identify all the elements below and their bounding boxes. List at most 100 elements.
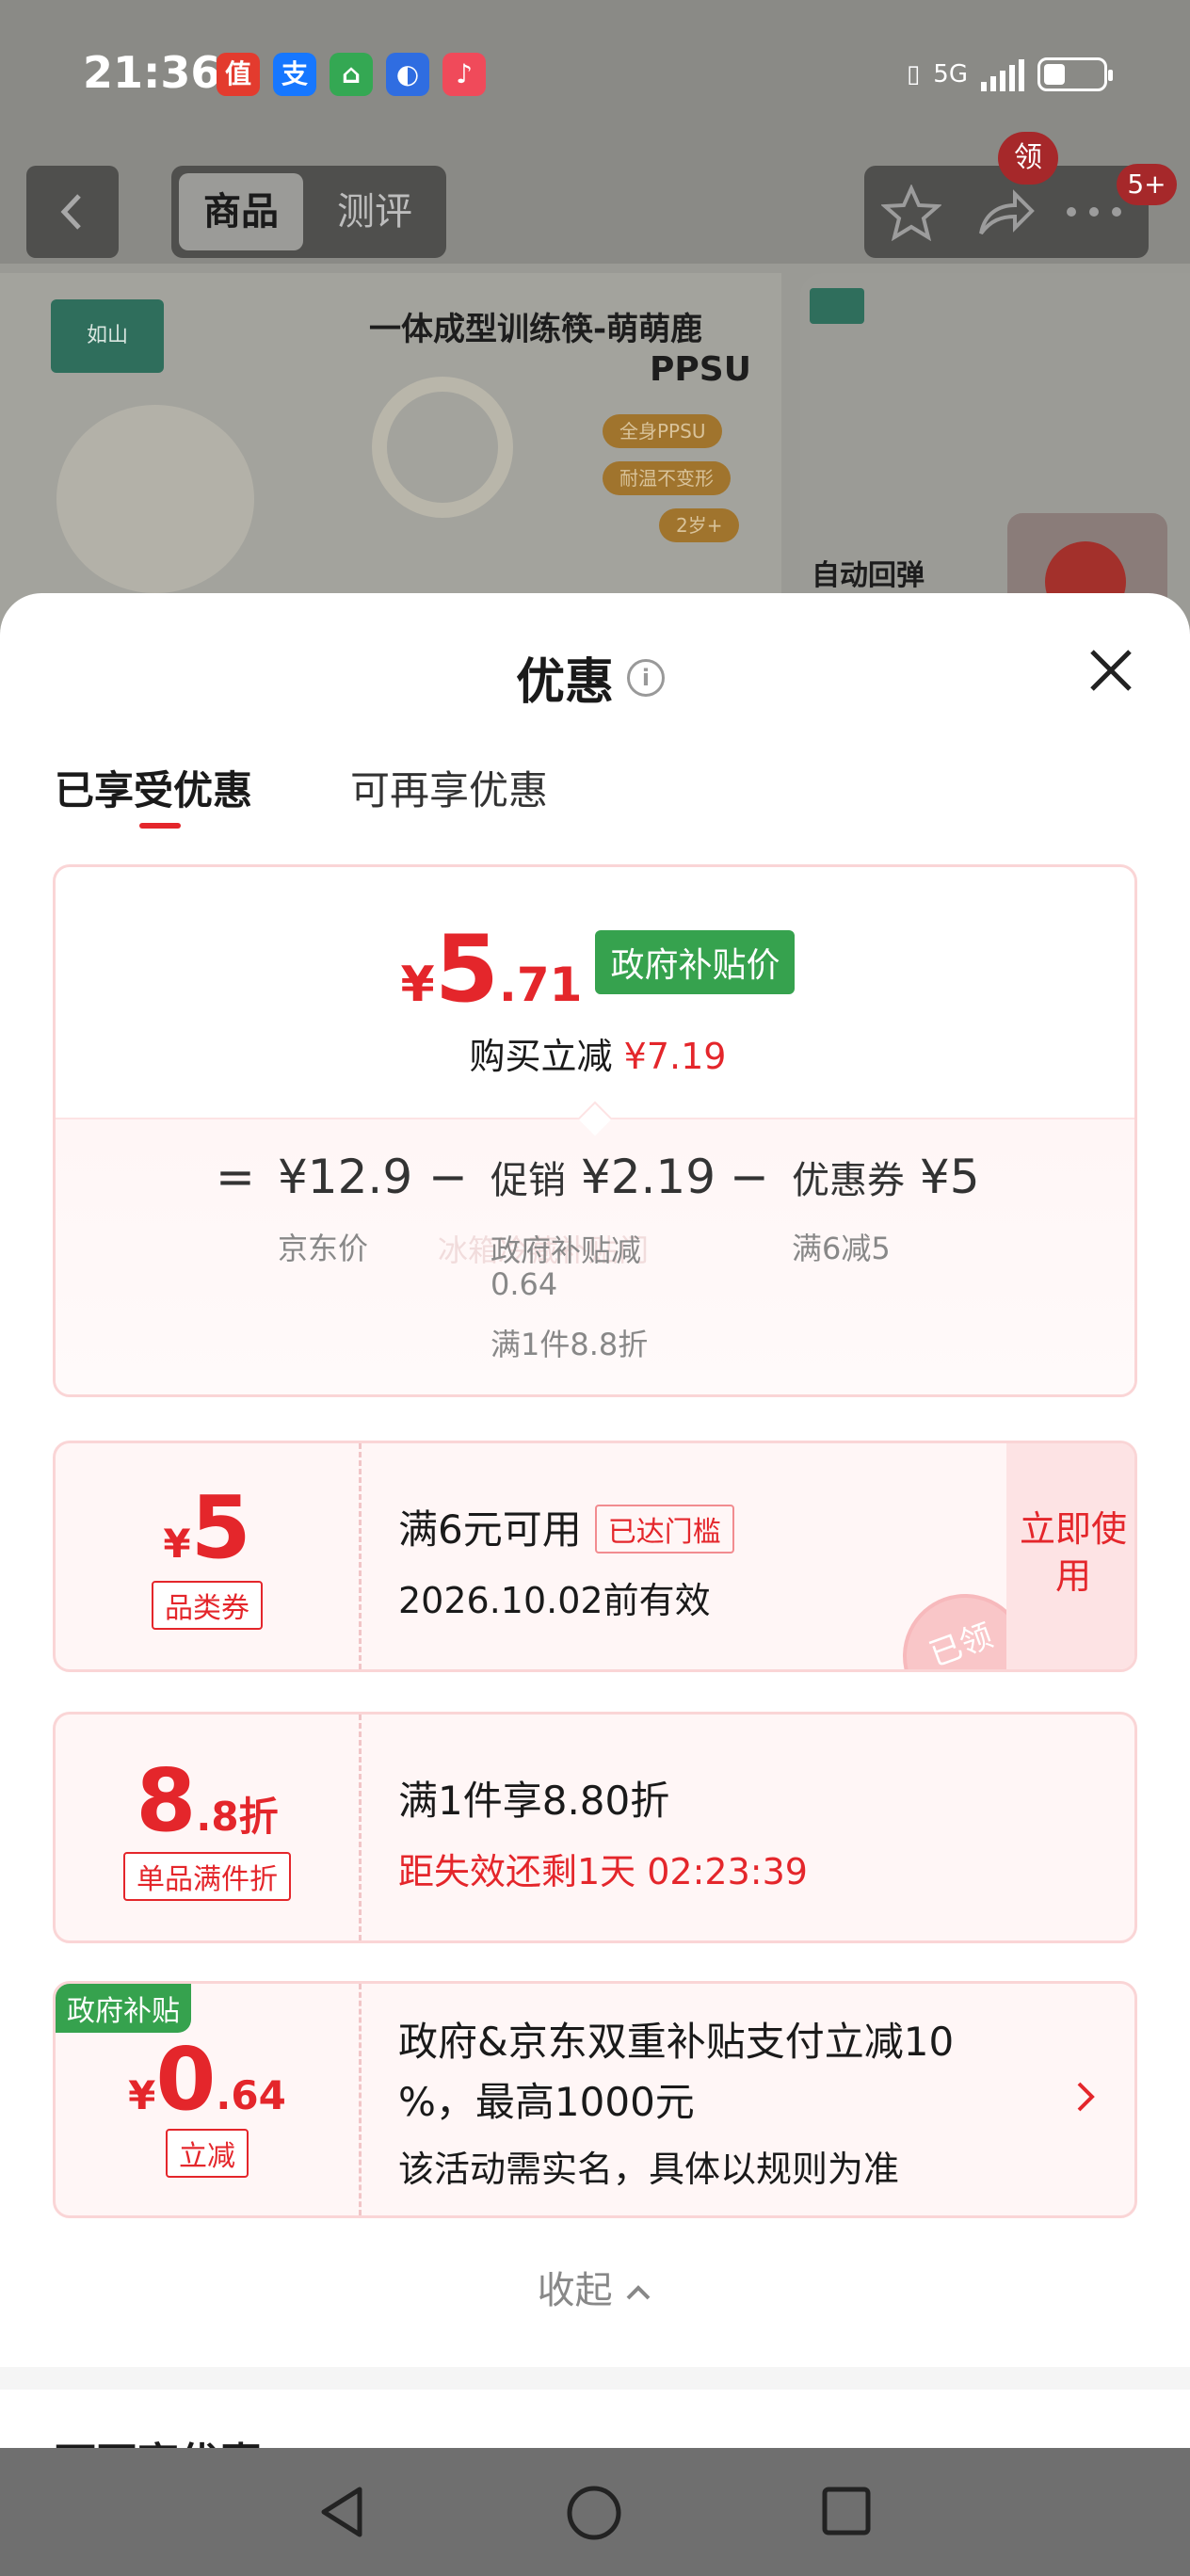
subsidy-amount-value: 0 <box>155 2029 217 2130</box>
status-bar: 21:36 值 支 ⌂ ◐ ♪ ▯ 5G <box>0 0 1190 151</box>
close-icon[interactable] <box>1085 644 1137 697</box>
message-count-badge: 5+ <box>1117 164 1177 205</box>
total-discount-line: 购买立减 ¥7.19 <box>56 1027 1134 1079</box>
compass-app-icon: ◐ <box>386 53 429 96</box>
coupon-detail: 满6减5 <box>792 1231 891 1266</box>
section-separator <box>0 2367 1190 2390</box>
threshold-met-tag: 已达门槛 <box>594 1504 734 1554</box>
minus-sign: − <box>730 1150 769 1204</box>
coupon-amount-value: 5 <box>190 1477 251 1578</box>
vibrate-icon: ▯ <box>906 60 921 89</box>
coupon-amount: ¥5 <box>56 1485 359 1571</box>
coupon-title-text: 满6元可用 <box>398 1506 582 1553</box>
more-discounts-section-title: 可再享优惠 <box>55 2429 262 2448</box>
jd-price-label: 京东价 <box>278 1231 369 1266</box>
coupon-kind-label: 品类券 <box>152 1581 263 1630</box>
music-app-icon: ♪ <box>442 53 486 96</box>
status-time: 21:36 <box>83 47 221 98</box>
discount-countdown: 距失效还剩1天 02:23:39 <box>398 1851 808 1892</box>
subsidy-amount-area: ¥0.64 立减 <box>56 1984 359 2215</box>
coupon-divider <box>359 1984 362 2215</box>
use-now-button[interactable]: 立即使用 <box>1006 1443 1134 1669</box>
discount-amount-decimal: .8折 <box>196 1794 279 1840</box>
tab-enjoyed-discounts[interactable]: 已享受优惠 <box>55 759 252 816</box>
subsidy-kind-label: 立减 <box>166 2129 249 2178</box>
coupon-validity: 2026.10.02前有效 <box>398 1580 711 1621</box>
product-title-line1: 一体成型训练筷-萌萌鹿 <box>369 311 703 348</box>
system-navigation-bar <box>0 2448 1190 2576</box>
feature-tag: 2岁+ <box>659 508 740 542</box>
gov-subsidy-card[interactable]: 政府补贴 ¥0.64 立减 政府&京东双重补贴支付立减10 %，最高1000元 … <box>53 1981 1137 2218</box>
total-discount-value: ¥7.19 <box>623 1036 727 1077</box>
final-price-currency: ¥ <box>400 957 435 1013</box>
chevron-right-icon[interactable] <box>1074 2078 1097 2116</box>
tab-indicator <box>139 823 181 829</box>
coupon-divider <box>359 1715 362 1940</box>
spoon-image <box>56 405 254 593</box>
product-feature-label: 自动回弹 <box>812 559 925 592</box>
coupon-line: 优惠券 ¥5 <box>792 1150 980 1204</box>
recent-apps-icon[interactable] <box>819 2484 874 2538</box>
promo-detail-discount: 满1件8.8折 <box>490 1327 649 1362</box>
gov-subsidy-price-tag: 政府补贴价 <box>595 930 796 994</box>
minus-sign: − <box>428 1150 468 1204</box>
feature-tag: 耐温不变形 <box>603 461 731 495</box>
subsidy-kind: 立减 <box>56 2129 359 2178</box>
subsidy-title-line2: %，最高1000元 <box>398 2079 695 2125</box>
chopsticks-ring-image <box>372 377 513 518</box>
coupon-amount-currency: ¥ <box>163 1521 191 1567</box>
share-icon[interactable] <box>975 186 1036 239</box>
system-icons: ▯ 5G <box>906 53 1113 96</box>
battery-icon <box>1037 57 1113 91</box>
final-price-integer: 5 <box>434 916 499 1023</box>
chevron-up-icon <box>626 2285 651 2300</box>
price-summary-card: ¥ 5 .71 政府补贴价 购买立减 ¥7.19 = ¥12.9 京东价 − 促… <box>53 864 1137 1397</box>
product-title-line2: PPSU <box>650 350 751 389</box>
star-icon[interactable] <box>881 185 941 241</box>
claim-badge[interactable]: 领 <box>998 132 1058 185</box>
network-type: 5G <box>933 60 968 89</box>
zhidemai-icon: 值 <box>217 53 260 96</box>
total-discount-label: 购买立减 <box>469 1036 613 1077</box>
page: 如山 一体成型训练筷-萌萌鹿 PPSU 全身PPSU 耐温不变形 2岁+ 自动回… <box>0 0 1190 2576</box>
home-app-icon: ⌂ <box>330 53 373 96</box>
subsidy-note: 该活动需实名，具体以规则为准 <box>398 2149 900 2190</box>
final-price-decimal: .71 <box>498 958 583 1012</box>
subsidy-title-line1: 政府&京东双重补贴支付立减10 <box>398 2019 955 2065</box>
back-triangle-icon[interactable] <box>314 2484 371 2540</box>
home-circle-icon[interactable] <box>565 2484 623 2542</box>
coupon-title: 满6元可用 已达门槛 <box>398 1498 734 1557</box>
discount-amount: 8.8折 <box>56 1758 359 1844</box>
promo-line: 促销 ¥2.19 <box>490 1150 716 1204</box>
sheet-header: 优惠 i <box>516 642 666 713</box>
more-icon[interactable] <box>1064 203 1124 220</box>
tab-review[interactable]: 测评 <box>313 173 437 250</box>
discount-amount-area: 8.8折 单品满件折 <box>56 1715 359 1940</box>
coupon-label: 优惠券 <box>792 1159 905 1202</box>
promo-label: 促销 <box>490 1159 566 1202</box>
item-discount-card: 8.8折 单品满件折 满1件享8.80折 距失效还剩1天 02:23:39 <box>53 1712 1137 1943</box>
collapse-button[interactable]: 收起 <box>0 2260 1190 2314</box>
brand-logo-small <box>810 288 864 324</box>
product-tabs: 商品 测评 <box>171 166 446 258</box>
coupon-value: ¥5 <box>919 1150 980 1204</box>
equals-sign: = <box>216 1150 255 1204</box>
chevron-left-icon <box>60 194 81 230</box>
nav-actions <box>864 166 1149 258</box>
back-button[interactable] <box>26 166 119 258</box>
coupon-kind: 品类券 <box>56 1581 359 1630</box>
coupon-amount-area: ¥5 品类券 <box>56 1443 359 1669</box>
coupon-divider <box>359 1443 362 1669</box>
tab-more-discounts[interactable]: 可再享优惠 <box>350 759 548 816</box>
final-price: ¥ 5 .71 政府补贴价 <box>56 916 1134 1023</box>
category-coupon-card[interactable]: ¥5 品类券 满6元可用 已达门槛 2026.10.02前有效 已领 立即使用 <box>53 1441 1137 1672</box>
promo-value: ¥2.19 <box>580 1150 716 1204</box>
discount-title: 满1件享8.80折 <box>398 1778 670 1824</box>
tab-product[interactable]: 商品 <box>179 173 303 250</box>
alipay-icon: 支 <box>273 53 316 96</box>
signal-icon <box>981 57 1024 91</box>
feature-tag: 全身PPSU <box>603 414 723 448</box>
discount-kind-label: 单品满件折 <box>123 1852 291 1901</box>
info-icon[interactable]: i <box>627 658 666 697</box>
brand-logo: 如山 <box>51 299 164 373</box>
